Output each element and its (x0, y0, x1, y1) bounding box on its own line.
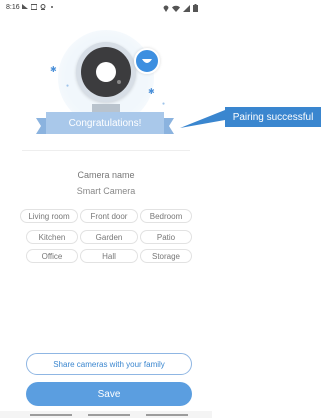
nav-back-handle[interactable] (30, 414, 72, 416)
sparkle-icon: ✱ (50, 65, 57, 74)
status-left-icons (22, 4, 55, 10)
nav-recents-handle[interactable] (146, 414, 188, 416)
camera-name-label: Camera name (77, 170, 135, 180)
room-chip-front-door[interactable]: Front door (80, 209, 138, 223)
callout-arrow (180, 110, 225, 128)
dot-icon (51, 6, 53, 8)
room-chip-bedroom[interactable]: Bedroom (140, 209, 192, 223)
location-icon (40, 4, 46, 10)
navigation-bar (0, 411, 212, 418)
wifi-icon (172, 5, 180, 12)
smile-icon-glyph (142, 59, 152, 63)
sparkle-icon: ● (162, 101, 166, 107)
room-chip-garden[interactable]: Garden (80, 230, 138, 244)
room-chip-kitchen[interactable]: Kitchen (26, 230, 78, 244)
room-chip-office[interactable]: Office (26, 249, 78, 263)
signal-icon (183, 4, 190, 12)
battery-icon (193, 4, 198, 12)
divider (22, 150, 190, 151)
location-pin-icon (163, 5, 169, 12)
camera-icon (76, 42, 136, 102)
app-screen: 8:16 ✱ ✱ ● ● Congratulations! Camera nam… (0, 0, 212, 418)
congrats-banner: Congratulations! (36, 112, 168, 134)
camera-body (81, 47, 131, 97)
smile-icon (134, 48, 160, 74)
camera-indicator (117, 80, 121, 84)
cast-icon (22, 4, 28, 9)
room-chip-patio[interactable]: Patio (140, 230, 192, 244)
status-right-icons (163, 4, 198, 12)
sparkle-icon: ✱ (148, 87, 155, 96)
status-time: 8:16 (6, 4, 20, 11)
save-button[interactable]: Save (26, 382, 192, 406)
camera-name-field[interactable]: Smart Camera (0, 186, 212, 196)
room-chip-hall[interactable]: Hall (80, 249, 138, 263)
room-chip-storage[interactable]: Storage (140, 249, 192, 263)
pairing-callout: Pairing successful (225, 107, 321, 127)
status-bar: 8:16 (0, 0, 212, 16)
room-chip-living-room[interactable]: Living room (20, 209, 78, 223)
sparkle-icon: ● (66, 83, 70, 89)
banner-text: Congratulations! (46, 112, 164, 134)
nav-home-handle[interactable] (88, 414, 130, 416)
camera-lens (96, 62, 116, 82)
image-icon (31, 4, 37, 10)
share-cameras-button[interactable]: Share cameras with your family (26, 353, 192, 375)
success-illustration: ✱ ✱ ● ● Congratulations! (30, 22, 180, 152)
